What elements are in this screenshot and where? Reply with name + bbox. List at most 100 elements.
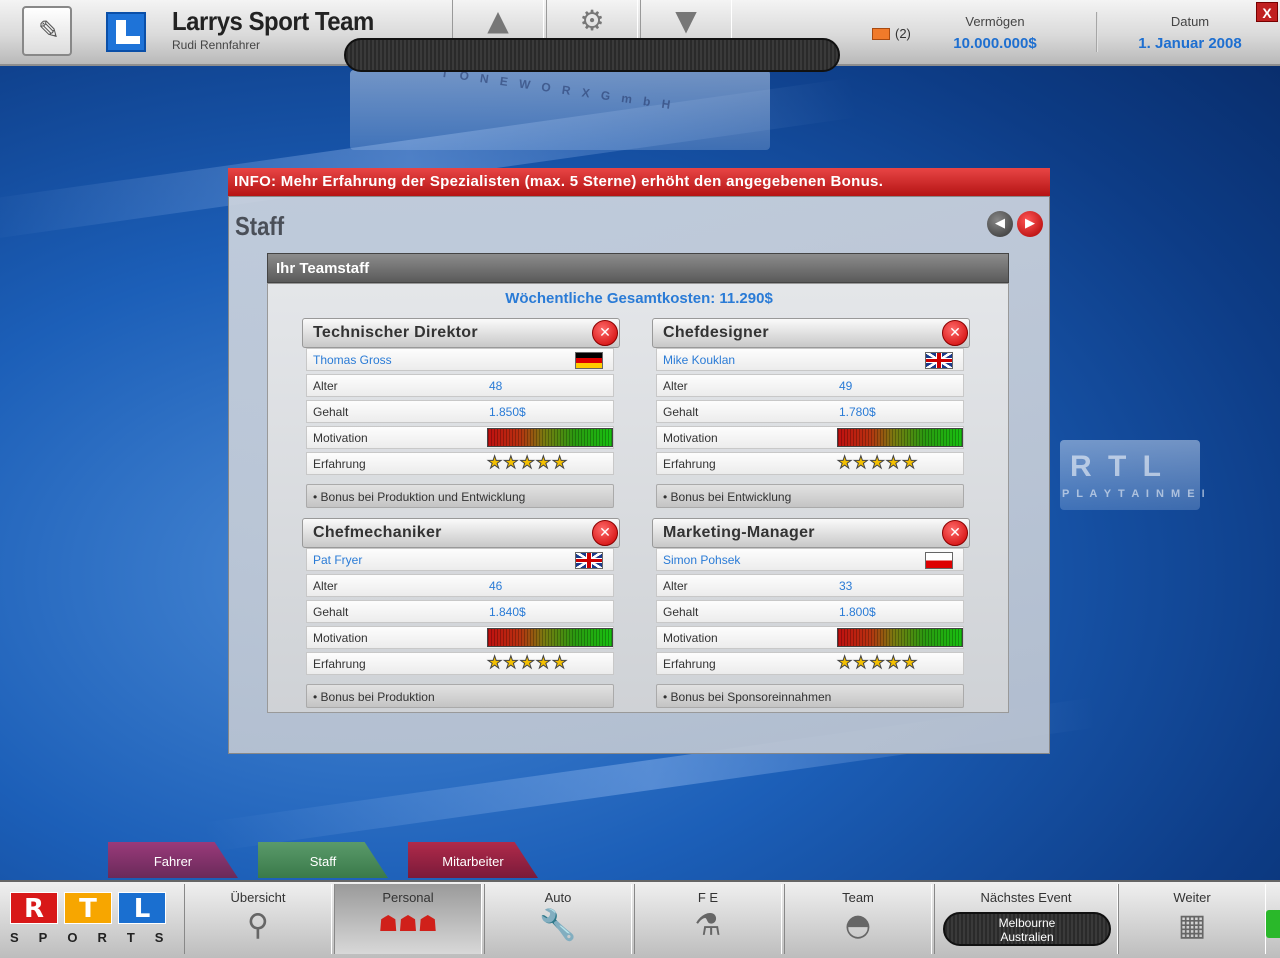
- motivation-bar: [487, 428, 613, 447]
- rtl-sports-logo: R T L SPORTS: [6, 886, 174, 952]
- teamstaff-panel: Wöchentliche Gesamtkosten: 11.290$ Techn…: [267, 283, 1009, 713]
- wrench-icon: 🔧: [539, 908, 577, 943]
- mail-icon[interactable]: [872, 28, 890, 40]
- staff-role: Marketing-Manager: [652, 518, 970, 548]
- settings-gear-icon[interactable]: ⚙: [546, 0, 638, 40]
- cap-icon: ◓: [844, 908, 872, 943]
- age-label: Alter: [313, 579, 338, 593]
- bonus-info: • Bonus bei Sponsoreinnahmen: [656, 684, 964, 708]
- tab-employees[interactable]: Mitarbeiter: [408, 842, 538, 878]
- nav-team[interactable]: Team ◓: [784, 884, 932, 954]
- age-row: Alter 48: [306, 374, 614, 397]
- news-ticker: [344, 38, 840, 72]
- staff-name-row: Simon Pohsek: [656, 548, 964, 571]
- bonus-info: • Bonus bei Produktion und Entwicklung: [306, 484, 614, 508]
- nav-personnel[interactable]: Personal ☗☗☗: [334, 884, 482, 954]
- experience-stars-icon: ★★★★★: [836, 453, 919, 474]
- download-icon[interactable]: ▼: [640, 0, 732, 40]
- motivation-row: Motivation: [656, 626, 964, 649]
- salary-value: 1.840$: [489, 605, 526, 619]
- nav-personnel-label: Personal: [382, 890, 434, 905]
- age-label: Alter: [663, 579, 688, 593]
- staff-role: Chefdesigner: [652, 318, 970, 348]
- magnifier-icon: ⚲: [247, 908, 269, 943]
- nav-car[interactable]: Auto 🔧: [484, 884, 632, 954]
- nav-research[interactable]: F E ⚗: [634, 884, 782, 954]
- staff-name[interactable]: Mike Kouklan: [663, 353, 735, 367]
- previous-arrow-icon[interactable]: ◀: [987, 211, 1013, 237]
- experience-row: Erfahrung ★★★★★: [306, 652, 614, 675]
- experience-stars-icon: ★★★★★: [836, 653, 919, 674]
- flask-icon: ⚗: [694, 908, 722, 943]
- section-header: Ihr Teamstaff: [267, 253, 1009, 283]
- experience-label: Erfahrung: [663, 657, 716, 671]
- age-value: 33: [839, 579, 853, 593]
- age-label: Alter: [313, 379, 338, 393]
- upload-icon[interactable]: ▲: [452, 0, 544, 40]
- date-label: Datum: [1170, 14, 1210, 29]
- header-separator: [1096, 12, 1098, 52]
- motivation-label: Motivation: [313, 631, 368, 645]
- nav-continue-label: Weiter: [1173, 890, 1211, 905]
- rtl-logo-l: L: [118, 892, 166, 924]
- experience-stars-icon: ★★★★★: [486, 453, 569, 474]
- staff-card: Marketing-Manager ✕ Simon Pohsek Alter 3…: [652, 518, 970, 708]
- uk-flag-icon: [925, 352, 953, 369]
- staff-name[interactable]: Thomas Gross: [313, 353, 392, 367]
- fire-staff-icon[interactable]: ✕: [942, 320, 968, 346]
- close-button[interactable]: X: [1256, 2, 1278, 22]
- bonus-info: • Bonus bei Produktion: [306, 684, 614, 708]
- fire-staff-icon[interactable]: ✕: [592, 520, 618, 546]
- nav-overview[interactable]: Übersicht ⚲: [184, 884, 332, 954]
- mail-count[interactable]: (2): [895, 26, 911, 41]
- nav-next-event[interactable]: Nächstes Event Melbourne Australien: [934, 884, 1118, 954]
- salary-row: Gehalt 1.800$: [656, 600, 964, 623]
- checkered-flag-icon: ▦: [1177, 908, 1207, 943]
- staff-card: Chefdesigner ✕ Mike Kouklan Alter 49 Geh…: [652, 318, 970, 508]
- staff-name-row: Mike Kouklan: [656, 348, 964, 371]
- staff-dialog: Staff ◀ ▶ Ihr Teamstaff Wöchentliche Ges…: [228, 196, 1050, 754]
- salary-label: Gehalt: [663, 405, 699, 419]
- salary-value: 1.780$: [839, 405, 876, 419]
- next-arrow-icon[interactable]: ▶: [1017, 211, 1043, 237]
- uk-flag-icon: [575, 552, 603, 569]
- motivation-row: Motivation: [656, 426, 964, 449]
- salary-value: 1.800$: [839, 605, 876, 619]
- experience-row: Erfahrung ★★★★★: [656, 452, 964, 475]
- fire-staff-icon[interactable]: ✕: [942, 520, 968, 546]
- staff-name[interactable]: Pat Fryer: [313, 553, 362, 567]
- staff-card: Technischer Direktor ✕ Thomas Gross Alte…: [302, 318, 620, 508]
- money-label: Vermögen: [965, 14, 1025, 29]
- age-row: Alter 33: [656, 574, 964, 597]
- motivation-bar: [487, 628, 613, 647]
- nav-overview-label: Übersicht: [230, 890, 286, 905]
- staff-name[interactable]: Simon Pohsek: [663, 553, 740, 567]
- salary-value: 1.850$: [489, 405, 526, 419]
- tab-staff[interactable]: Staff: [258, 842, 388, 878]
- experience-row: Erfahrung ★★★★★: [306, 452, 614, 475]
- salary-label: Gehalt: [313, 405, 349, 419]
- go-button[interactable]: [1266, 910, 1280, 938]
- people-icon: ☗☗☗: [378, 912, 438, 937]
- age-row: Alter 49: [656, 374, 964, 397]
- experience-label: Erfahrung: [663, 457, 716, 471]
- salary-row: Gehalt 1.840$: [306, 600, 614, 623]
- salary-label: Gehalt: [663, 605, 699, 619]
- notepad-icon[interactable]: [22, 6, 72, 56]
- nav-continue[interactable]: Weiter ▦: [1118, 884, 1266, 954]
- rtl-sports-text: SPORTS: [10, 930, 184, 945]
- nav-team-label: Team: [842, 890, 874, 905]
- age-value: 48: [489, 379, 503, 393]
- staff-name-row: Thomas Gross: [306, 348, 614, 371]
- fire-staff-icon[interactable]: ✕: [592, 320, 618, 346]
- salary-row: Gehalt 1.850$: [306, 400, 614, 423]
- staff-card: Chefmechaniker ✕ Pat Fryer Alter 46 Geha…: [302, 518, 620, 708]
- bonus-info: • Bonus bei Entwicklung: [656, 484, 964, 508]
- germany-flag-icon: [575, 352, 603, 369]
- top-bar: Larrys Sport Team Rudi Rennfahrer ▲ ⚙ ▼ …: [0, 0, 1280, 72]
- info-banner: INFO: Mehr Erfahrung der Spezialisten (m…: [228, 168, 1050, 196]
- team-name: Larrys Sport Team: [172, 6, 374, 36]
- date-value: 1. Januar 2008: [1138, 35, 1242, 52]
- age-value: 46: [489, 579, 503, 593]
- motivation-label: Motivation: [313, 431, 368, 445]
